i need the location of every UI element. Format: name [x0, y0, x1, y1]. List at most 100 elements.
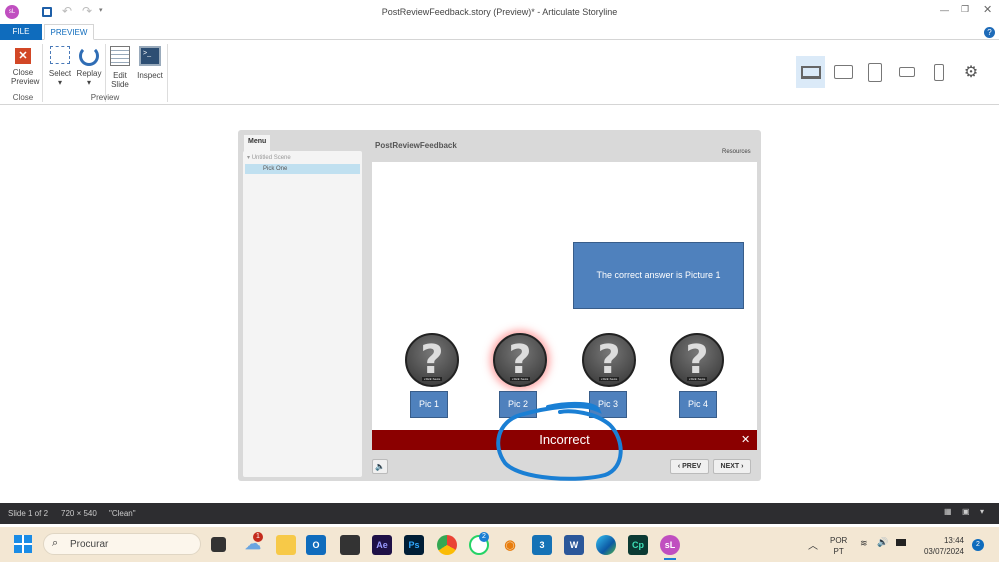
search-placeholder: Procurar [70, 539, 109, 550]
dropdown-arrow-icon: ▾ [86, 78, 91, 87]
window-title: PostReviewFeedback.story (Preview)* - Ar… [381, 7, 618, 17]
notification-badge[interactable]: 2 [972, 539, 984, 551]
slide-title: PostReviewFeedback [375, 141, 457, 150]
wifi-icon[interactable]: ≋ [860, 538, 868, 549]
preview-view-icon[interactable]: ▾ [980, 507, 984, 516]
annotation-circle [496, 401, 623, 481]
pic-4-image[interactable]: ? click here [670, 333, 724, 387]
click-here-badge: click here [510, 377, 531, 381]
chrome-icon[interactable] [437, 535, 457, 555]
inspect-button[interactable]: >_ Inspect [135, 46, 165, 80]
close-group-label: Close [12, 93, 34, 102]
select-icon [50, 46, 70, 64]
pic-1-button[interactable]: Pic 1 [410, 391, 448, 418]
task-view-icon[interactable] [211, 537, 226, 552]
scene-item[interactable]: ▾ Untitled Scene [243, 151, 362, 164]
keyboard-layout-label: PT [833, 547, 844, 556]
time: 13:44 [943, 536, 964, 545]
slide-count: Slide 1 of 2 [8, 509, 49, 518]
tab-file[interactable]: FILE [0, 24, 42, 40]
css3-icon[interactable]: 3 [532, 535, 552, 555]
grid-view-icon[interactable]: ▦ [944, 507, 952, 516]
click-here-badge: click here [422, 377, 443, 381]
pic-1-image[interactable]: ? click here [405, 333, 459, 387]
volume-icon[interactable]: 🔊 [877, 537, 888, 548]
help-icon[interactable]: ? [984, 27, 995, 38]
correct-answer-callout: The correct answer is Picture 1 [573, 242, 744, 309]
status-bar: Slide 1 of 2 720 × 540 "Clean" ▦ ▣ ▾ [0, 503, 999, 524]
close-x-icon: ✕ [15, 48, 31, 64]
slide-size: 720 × 540 [61, 509, 97, 518]
search-icon: ⌕ [52, 537, 59, 549]
volume-button[interactable]: 🔈 [372, 459, 388, 474]
replay-label: Replay [76, 69, 102, 78]
blender-icon[interactable]: ◉ [500, 535, 520, 555]
pic-4-button[interactable]: Pic 4 [679, 391, 717, 418]
normal-view-icon[interactable]: ▣ [962, 507, 970, 516]
phone-portrait-icon [934, 63, 944, 81]
tablet-landscape-button[interactable] [830, 57, 856, 87]
battery-icon[interactable] [896, 539, 906, 546]
desktop-view-button[interactable] [796, 56, 825, 88]
start-button[interactable] [14, 535, 32, 553]
tab-preview[interactable]: PREVIEW [44, 24, 94, 40]
resources-link[interactable]: Resources [722, 149, 751, 155]
replay-button[interactable]: Replay ▾ [75, 46, 103, 87]
scene-label: Untitled Scene [251, 155, 291, 161]
divider [42, 44, 43, 102]
minimize-button[interactable]: — [940, 5, 949, 15]
close-preview-label: Close Preview [11, 68, 40, 86]
phone-landscape-icon [899, 67, 915, 77]
active-app-indicator [664, 558, 676, 560]
show-hidden-icons[interactable]: ︿ [808, 537, 818, 552]
inspect-label: Inspect [137, 71, 163, 80]
prev-button[interactable]: ‹ PREV [670, 459, 709, 474]
edit-slide-label: Edit Slide [111, 71, 129, 89]
preview-group-label: Preview [90, 93, 120, 102]
restore-button[interactable]: ❐ [961, 4, 969, 15]
clock[interactable]: 13:44 03/07/2024 [914, 535, 964, 557]
whatsapp-badge: 2 [479, 532, 489, 542]
click-here-badge: click here [599, 377, 620, 381]
theme-name: "Clean" [109, 509, 136, 518]
next-button[interactable]: NEXT › [713, 459, 751, 474]
dropdown-arrow-icon: ▾ [57, 78, 62, 87]
storyline-taskbar-icon[interactable]: sL [660, 535, 680, 555]
file-explorer-icon[interactable] [276, 535, 296, 555]
tablet-landscape-icon [833, 65, 853, 79]
laptop-icon [800, 65, 821, 79]
sticky-notes-icon[interactable] [340, 535, 360, 555]
click-here-badge: click here [687, 377, 708, 381]
feedback-close-button[interactable]: ✕ [741, 433, 750, 446]
divider [167, 44, 168, 102]
language-indicator[interactable]: POR PT [830, 535, 847, 557]
captivate-icon[interactable]: Cp [628, 535, 648, 555]
photoshop-icon[interactable]: Ps [404, 535, 424, 555]
word-icon[interactable]: W [564, 535, 584, 555]
date: 03/07/2024 [923, 547, 964, 556]
after-effects-icon[interactable]: Ae [372, 535, 392, 555]
outlook-icon[interactable]: O [306, 535, 326, 555]
menu-item-pick-one[interactable]: Pick One [245, 164, 360, 174]
search-box[interactable]: ⌕ Procurar [43, 533, 201, 555]
weather-badge: 1 [253, 532, 263, 542]
select-label: Select [48, 69, 72, 78]
inspect-icon: >_ [139, 46, 161, 66]
pic-2-image[interactable]: ? click here [493, 333, 547, 387]
tablet-portrait-icon [868, 62, 882, 82]
ribbon-tabs: FILE PREVIEW [0, 24, 999, 40]
edge-icon[interactable] [596, 535, 616, 555]
language-label: POR [830, 536, 848, 545]
close-window-button[interactable]: ✕ [983, 3, 992, 16]
menu-panel: ▾ Untitled Scene Pick One [243, 151, 362, 477]
tab-menu[interactable]: Menu [244, 135, 270, 152]
pic-3-image[interactable]: ? click here [582, 333, 636, 387]
select-button[interactable]: Select ▾ [47, 46, 73, 87]
edit-slide-button[interactable]: Edit Slide [107, 46, 133, 89]
close-preview-button[interactable]: ✕ Close Preview [6, 48, 40, 86]
replay-icon [79, 46, 99, 66]
phone-portrait-button[interactable] [926, 57, 952, 87]
settings-gear-icon[interactable]: ⚙ [958, 57, 984, 87]
tablet-portrait-button[interactable] [862, 57, 888, 87]
phone-landscape-button[interactable] [894, 57, 920, 87]
